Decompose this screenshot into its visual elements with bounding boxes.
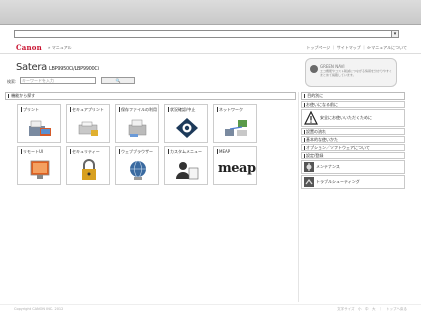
print-icon xyxy=(29,120,51,136)
brand-name: Satera xyxy=(16,62,47,73)
list-item[interactable]: メンテナンス xyxy=(301,160,405,174)
meap-icon: meap xyxy=(218,161,256,176)
tile-label: セキュアプリント xyxy=(70,107,109,112)
list-item-label: トラブルシューティング xyxy=(316,179,360,184)
tile-custom-menu[interactable]: カスタムメニュー xyxy=(164,146,208,185)
tile-label: リモートUI xyxy=(21,149,60,154)
tile-remote-ui[interactable]: リモートUI xyxy=(17,146,61,185)
tile-security[interactable]: セキュリティー xyxy=(66,146,110,185)
web-browser-icon xyxy=(130,160,146,180)
search-label: 検索: xyxy=(7,79,17,84)
troubleshooting-icon xyxy=(304,177,314,187)
stored-file-icon xyxy=(128,119,147,137)
tile-web-browser[interactable]: ウェブブラウザー xyxy=(115,146,159,185)
list-item[interactable]: 設定/登録 xyxy=(301,152,405,159)
tile-label: カスタムメニュー xyxy=(168,149,207,154)
network-icon xyxy=(225,120,247,136)
list-item[interactable]: トラブルシューティング xyxy=(301,175,405,189)
status-icon xyxy=(176,118,198,138)
tile-label: プリント xyxy=(21,107,60,112)
purpose-list: お使いになる前に 安全にお使いいただくために 設置の流れ 基本的な使いかた オプ… xyxy=(301,101,405,190)
maintenance-icon xyxy=(304,162,314,172)
footer-links[interactable]: 文字サイズ 小 中 大 ｜ トップへ戻る xyxy=(337,307,407,312)
header-links[interactable]: トップページ ｜ サイトマップ ｜ e-マニュアルについて xyxy=(306,45,407,51)
tile-print[interactable]: プリント xyxy=(17,104,61,143)
section-header-functions: 機能から探す xyxy=(5,92,296,100)
list-item-label: 設置の流れ xyxy=(306,129,326,134)
security-icon xyxy=(82,159,96,180)
section-header-purpose: 目的別に xyxy=(301,92,405,100)
search-button[interactable]: 🔍 xyxy=(101,77,135,84)
canon-logo[interactable]: Canon xyxy=(16,43,42,52)
list-item-label: メンテナンス xyxy=(316,164,340,169)
copyright: Copyright CANON INC. 2012 xyxy=(14,307,64,311)
list-item-label: お使いになる前に xyxy=(306,102,338,107)
list-item-label: 基本的な使いかた xyxy=(306,137,338,142)
tile-secure-print[interactable]: セキュアプリント xyxy=(66,104,110,143)
green-navi-banner[interactable]: GREEN NAVI エコ機能やコスト削減につながる情報を分かりやすくまとめて掲… xyxy=(305,58,397,87)
list-item-label: 安全にお使いいただくために xyxy=(320,115,372,120)
footer-divider xyxy=(0,304,421,305)
tile-meap[interactable]: MEAP meap xyxy=(213,146,257,185)
tile-label: MEAP xyxy=(217,149,256,154)
address-bar[interactable]: ▾ xyxy=(14,30,399,38)
list-item[interactable]: オプション／ソフトウェアについて xyxy=(301,144,405,151)
model-name: LBP9950Ci/LBP9900Ci xyxy=(49,66,99,72)
tile-status[interactable]: 状況確認/中止 xyxy=(164,104,208,143)
tile-label: 状況確認/中止 xyxy=(168,107,207,112)
green-navi-text: エコ機能やコスト削減につながる情報を分かりやすくまとめて掲載しています。 xyxy=(320,69,393,77)
tile-label: ウェブブラウザー xyxy=(119,149,158,154)
leaf-icon xyxy=(310,65,318,73)
list-item[interactable]: 基本的な使いかた xyxy=(301,136,405,143)
tile-label: 保存ファイルの利用 xyxy=(119,107,157,112)
column-divider xyxy=(298,92,299,302)
tile-label: ネットワーク xyxy=(217,107,256,112)
tile-label: セキュリティー xyxy=(70,149,109,154)
tile-stored-file[interactable]: 保存ファイルの利用 xyxy=(115,104,159,143)
section-title: 目的別に xyxy=(307,93,324,98)
list-item[interactable]: 設置の流れ xyxy=(301,128,405,135)
dropdown-arrow-icon[interactable]: ▾ xyxy=(391,30,399,38)
browser-toolbar xyxy=(0,0,421,25)
product-title: Satera LBP9950Ci/LBP9900Ci xyxy=(16,62,99,73)
tile-network[interactable]: ネットワーク xyxy=(213,104,257,143)
breadcrumb[interactable]: » マニュアル xyxy=(48,45,72,51)
list-item-label: オプション／ソフトウェアについて xyxy=(306,145,370,150)
list-item[interactable]: お使いになる前に xyxy=(301,101,405,108)
secure-print-icon xyxy=(78,121,98,136)
custom-menu-icon xyxy=(176,162,199,180)
search-input[interactable]: キーワードを入力 xyxy=(20,77,96,84)
list-item[interactable]: 安全にお使いいただくために xyxy=(301,109,405,127)
warning-icon xyxy=(304,111,318,125)
section-title: 機能から探す xyxy=(11,93,36,98)
list-item-label: 設定/登録 xyxy=(306,153,324,158)
remote-ui-icon xyxy=(30,160,50,179)
